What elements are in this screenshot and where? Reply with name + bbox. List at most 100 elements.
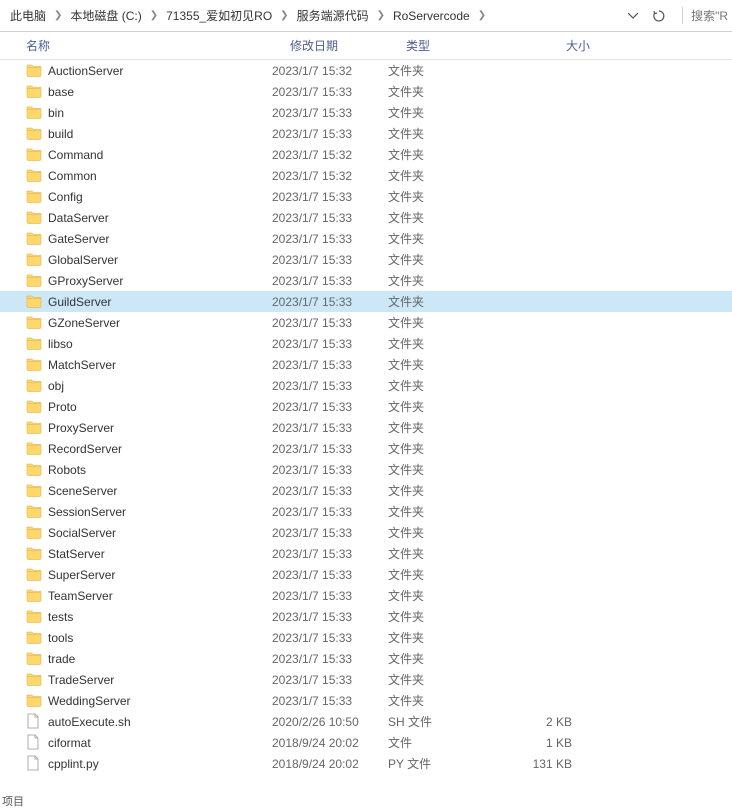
file-type: 文件夹: [388, 440, 504, 457]
file-name: SessionServer: [48, 505, 126, 519]
file-name: Common: [48, 169, 97, 183]
file-row[interactable]: Proto2023/1/7 15:33文件夹: [0, 396, 732, 417]
file-name: SocialServer: [48, 526, 116, 540]
file-name: TradeServer: [48, 673, 114, 687]
file-date: 2023/1/7 15:33: [272, 232, 388, 246]
file-type: 文件夹: [388, 230, 504, 247]
file-row[interactable]: GProxyServer2023/1/7 15:33文件夹: [0, 270, 732, 291]
file-row[interactable]: AuctionServer2023/1/7 15:32文件夹: [0, 60, 732, 81]
folder-icon: [26, 251, 44, 269]
file-icon: [26, 734, 44, 752]
file-row[interactable]: TeamServer2023/1/7 15:33文件夹: [0, 585, 732, 606]
crumb-4[interactable]: RoServercode: [387, 9, 476, 23]
file-row[interactable]: GlobalServer2023/1/7 15:33文件夹: [0, 249, 732, 270]
file-name: GateServer: [48, 232, 109, 246]
file-row[interactable]: Command2023/1/7 15:32文件夹: [0, 144, 732, 165]
file-row[interactable]: tools2023/1/7 15:33文件夹: [0, 627, 732, 648]
folder-icon: [26, 356, 44, 374]
header-date[interactable]: 修改日期: [290, 37, 406, 54]
file-name: obj: [48, 379, 64, 393]
file-name: RecordServer: [48, 442, 122, 456]
file-name: WeddingServer: [48, 694, 131, 708]
file-row[interactable]: ProxyServer2023/1/7 15:33文件夹: [0, 417, 732, 438]
history-dropdown-button[interactable]: [622, 5, 644, 27]
file-name: autoExecute.sh: [48, 715, 131, 729]
file-type: 文件夹: [388, 104, 504, 121]
file-row[interactable]: cpplint.py2018/9/24 20:02PY 文件131 KB: [0, 753, 732, 774]
file-type: 文件夹: [388, 188, 504, 205]
file-type: 文件夹: [388, 503, 504, 520]
file-date: 2023/1/7 15:33: [272, 337, 388, 351]
file-row[interactable]: SessionServer2023/1/7 15:33文件夹: [0, 501, 732, 522]
chevron-right-icon: ❯: [148, 10, 160, 21]
file-row[interactable]: build2023/1/7 15:33文件夹: [0, 123, 732, 144]
file-row[interactable]: libso2023/1/7 15:33文件夹: [0, 333, 732, 354]
search-input[interactable]: 搜索"R: [682, 7, 728, 24]
file-row[interactable]: StatServer2023/1/7 15:33文件夹: [0, 543, 732, 564]
file-row[interactable]: Config2023/1/7 15:33文件夹: [0, 186, 732, 207]
file-row[interactable]: GuildServer2023/1/7 15:33文件夹: [0, 291, 732, 312]
file-type: 文件夹: [388, 671, 504, 688]
header-name[interactable]: 名称: [26, 37, 290, 54]
file-row[interactable]: tests2023/1/7 15:33文件夹: [0, 606, 732, 627]
file-name: SceneServer: [48, 484, 117, 498]
file-row[interactable]: Common2023/1/7 15:32文件夹: [0, 165, 732, 186]
folder-icon: [26, 83, 44, 101]
file-row[interactable]: RecordServer2023/1/7 15:33文件夹: [0, 438, 732, 459]
chevron-right-icon: ❯: [476, 10, 488, 21]
file-date: 2023/1/7 15:33: [272, 421, 388, 435]
file-row[interactable]: TradeServer2023/1/7 15:33文件夹: [0, 669, 732, 690]
file-name: ciformat: [48, 736, 91, 750]
file-type: 文件夹: [388, 335, 504, 352]
file-date: 2018/9/24 20:02: [272, 757, 388, 771]
crumb-0[interactable]: 此电脑: [4, 7, 52, 24]
breadcrumb[interactable]: 此电脑 ❯ 本地磁盘 (C:) ❯ 71355_爱如初见RO ❯ 服务端源代码 …: [0, 0, 732, 32]
file-row[interactable]: autoExecute.sh2020/2/26 10:50SH 文件2 KB: [0, 711, 732, 732]
file-row[interactable]: WeddingServer2023/1/7 15:33文件夹: [0, 690, 732, 711]
file-name: GlobalServer: [48, 253, 118, 267]
file-type: 文件夹: [388, 545, 504, 562]
file-name: Config: [48, 190, 83, 204]
folder-icon: [26, 188, 44, 206]
file-row[interactable]: trade2023/1/7 15:33文件夹: [0, 648, 732, 669]
refresh-button[interactable]: [648, 5, 670, 27]
crumb-1[interactable]: 本地磁盘 (C:): [64, 7, 147, 24]
file-date: 2023/1/7 15:33: [272, 694, 388, 708]
file-row[interactable]: base2023/1/7 15:33文件夹: [0, 81, 732, 102]
file-row[interactable]: GZoneServer2023/1/7 15:33文件夹: [0, 312, 732, 333]
crumb-2[interactable]: 71355_爱如初见RO: [160, 7, 278, 24]
folder-icon: [26, 146, 44, 164]
folder-icon: [26, 335, 44, 353]
file-date: 2023/1/7 15:33: [272, 295, 388, 309]
file-date: 2023/1/7 15:33: [272, 631, 388, 645]
file-row[interactable]: Robots2023/1/7 15:33文件夹: [0, 459, 732, 480]
file-date: 2018/9/24 20:02: [272, 736, 388, 750]
file-name: GuildServer: [48, 295, 111, 309]
file-row[interactable]: SuperServer2023/1/7 15:33文件夹: [0, 564, 732, 585]
file-type: 文件夹: [388, 146, 504, 163]
file-row[interactable]: SceneServer2023/1/7 15:33文件夹: [0, 480, 732, 501]
file-row[interactable]: DataServer2023/1/7 15:33文件夹: [0, 207, 732, 228]
chevron-right-icon: ❯: [278, 10, 290, 21]
crumb-3[interactable]: 服务端源代码: [291, 7, 375, 24]
file-date: 2023/1/7 15:32: [272, 169, 388, 183]
folder-icon: [26, 692, 44, 710]
file-row[interactable]: SocialServer2023/1/7 15:33文件夹: [0, 522, 732, 543]
file-row[interactable]: ciformat2018/9/24 20:02文件1 KB: [0, 732, 732, 753]
header-type[interactable]: 类型: [406, 37, 522, 54]
header-size[interactable]: 大小: [522, 37, 598, 54]
file-row[interactable]: obj2023/1/7 15:33文件夹: [0, 375, 732, 396]
file-name: trade: [48, 652, 75, 666]
file-row[interactable]: MatchServer2023/1/7 15:33文件夹: [0, 354, 732, 375]
file-name: bin: [48, 106, 64, 120]
file-date: 2023/1/7 15:32: [272, 64, 388, 78]
file-row[interactable]: GateServer 2023/1/7 15:33文件夹: [0, 228, 732, 249]
folder-icon: [26, 482, 44, 500]
file-name: SuperServer: [48, 568, 115, 582]
file-date: 2023/1/7 15:33: [272, 400, 388, 414]
file-name: ProxyServer: [48, 421, 114, 435]
folder-icon: [26, 272, 44, 290]
folder-icon: [26, 608, 44, 626]
file-row[interactable]: bin2023/1/7 15:33文件夹: [0, 102, 732, 123]
file-name: Command: [48, 148, 103, 162]
